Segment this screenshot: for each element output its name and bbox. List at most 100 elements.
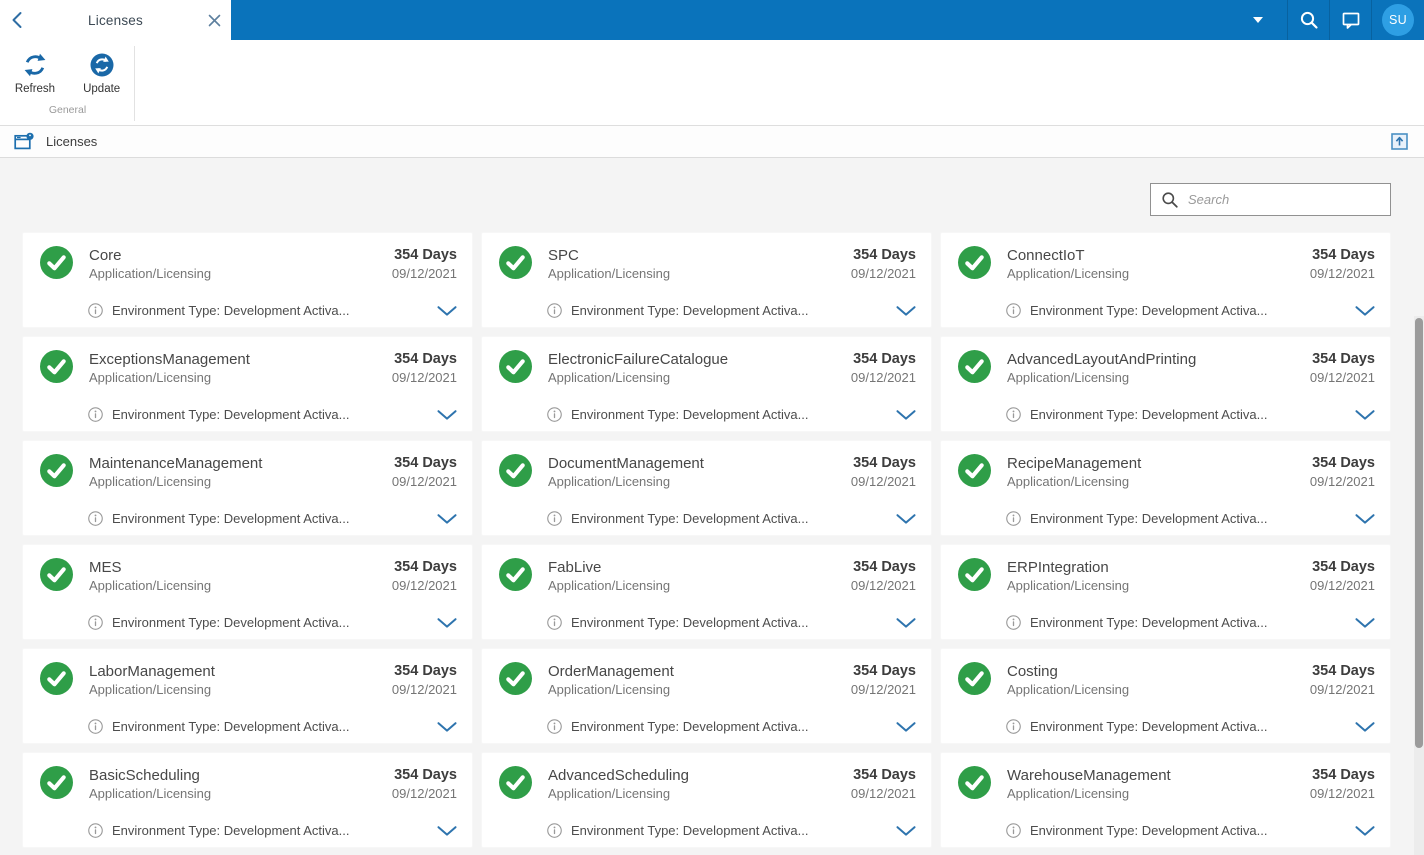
chat-icon xyxy=(1342,12,1359,29)
license-category: Application/Licensing xyxy=(89,786,212,801)
license-detail-row: Environment Type: Development Activa... xyxy=(88,303,457,318)
info-icon xyxy=(1006,407,1021,422)
messages-button[interactable] xyxy=(1330,0,1371,40)
license-card[interactable]: RecipeManagement Application/Licensing 3… xyxy=(940,440,1391,536)
license-days-remaining: 354 Days xyxy=(1312,559,1375,575)
license-card[interactable]: DocumentManagement Application/Licensing… xyxy=(481,440,932,536)
license-environment-detail: Environment Type: Development Activa... xyxy=(1030,823,1268,838)
chevron-down-icon[interactable] xyxy=(896,305,916,316)
license-card[interactable]: ExceptionsManagement Application/Licensi… xyxy=(22,336,473,432)
license-expiry: 354 Days 09/12/2021 xyxy=(392,246,457,283)
info-icon xyxy=(547,615,562,630)
license-expiry: 354 Days 09/12/2021 xyxy=(1310,246,1375,283)
top-bar: Licenses SU xyxy=(0,0,1424,40)
search-icon xyxy=(1161,191,1179,209)
license-card[interactable]: BasicScheduling Application/Licensing 35… xyxy=(22,752,473,848)
license-text: Core Application/Licensing xyxy=(89,246,392,283)
license-card-header: RecipeManagement Application/Licensing 3… xyxy=(958,454,1375,491)
license-environment-detail: Environment Type: Development Activa... xyxy=(571,511,809,526)
chevron-down-icon[interactable] xyxy=(896,721,916,732)
license-card[interactable]: LaborManagement Application/Licensing 35… xyxy=(22,648,473,744)
license-card[interactable]: ConnectIoT Application/Licensing 354 Day… xyxy=(940,232,1391,328)
license-card[interactable]: WarehouseManagement Application/Licensin… xyxy=(940,752,1391,848)
license-name: FabLive xyxy=(548,559,602,576)
refresh-button[interactable]: Refresh xyxy=(9,48,61,99)
user-menu-button[interactable]: SU xyxy=(1372,0,1424,40)
license-card-header: BasicScheduling Application/Licensing 35… xyxy=(40,766,457,803)
license-text: AdvancedScheduling Application/Licensing xyxy=(548,766,851,803)
license-text: Costing Application/Licensing xyxy=(1007,662,1310,699)
license-card[interactable]: AdvancedScheduling Application/Licensing… xyxy=(481,752,932,848)
chevron-down-icon[interactable] xyxy=(1355,617,1375,628)
license-card-header: LaborManagement Application/Licensing 35… xyxy=(40,662,457,699)
license-expiry-date: 09/12/2021 xyxy=(850,370,916,385)
chevron-down-icon[interactable] xyxy=(437,721,457,732)
license-card[interactable]: ERPIntegration Application/Licensing 354… xyxy=(940,544,1391,640)
tab-licenses[interactable]: Licenses xyxy=(0,0,231,40)
info-icon xyxy=(547,823,562,838)
license-days-remaining: 354 Days xyxy=(394,663,457,679)
license-detail-row: Environment Type: Development Activa... xyxy=(547,823,916,838)
license-environment-detail: Environment Type: Development Activa... xyxy=(112,407,350,422)
license-expiry-date: 09/12/2021 xyxy=(850,266,916,281)
chevron-down-icon[interactable] xyxy=(896,409,916,420)
license-card-header: ExceptionsManagement Application/Licensi… xyxy=(40,350,457,387)
license-name: DocumentManagement xyxy=(548,455,704,472)
license-detail-row: Environment Type: Development Activa... xyxy=(547,511,916,526)
chevron-down-icon[interactable] xyxy=(896,513,916,524)
license-expiry: 354 Days 09/12/2021 xyxy=(392,662,457,699)
chevron-down-icon[interactable] xyxy=(437,305,457,316)
chevron-down-icon[interactable] xyxy=(1355,825,1375,836)
chevron-down-icon[interactable] xyxy=(1355,305,1375,316)
info-icon xyxy=(88,823,103,838)
license-card-header: ERPIntegration Application/Licensing 354… xyxy=(958,558,1375,595)
back-button[interactable] xyxy=(0,11,34,29)
chevron-down-icon[interactable] xyxy=(437,513,457,524)
chevron-down-icon[interactable] xyxy=(1355,513,1375,524)
license-expiry: 354 Days 09/12/2021 xyxy=(1310,662,1375,699)
chevron-down-icon[interactable] xyxy=(437,617,457,628)
license-name: WarehouseManagement xyxy=(1007,767,1171,784)
license-category: Application/Licensing xyxy=(89,578,212,593)
search-box[interactable] xyxy=(1150,183,1391,216)
license-detail-row: Environment Type: Development Activa... xyxy=(88,719,457,734)
license-expiry: 354 Days 09/12/2021 xyxy=(1310,454,1375,491)
info-icon xyxy=(547,407,562,422)
license-card[interactable]: Costing Application/Licensing 354 Days 0… xyxy=(940,648,1391,744)
license-category: Application/Licensing xyxy=(548,682,671,697)
license-card-header: AdvancedScheduling Application/Licensing… xyxy=(499,766,916,803)
license-card-header: FabLive Application/Licensing 354 Days 0… xyxy=(499,558,916,595)
scrollbar-thumb[interactable] xyxy=(1415,318,1423,748)
license-card[interactable]: AdvancedLayoutAndPrinting Application/Li… xyxy=(940,336,1391,432)
license-detail-row: Environment Type: Development Activa... xyxy=(1006,823,1375,838)
menu-dropdown-button[interactable] xyxy=(1229,0,1287,40)
info-icon xyxy=(88,719,103,734)
license-card[interactable]: OrderManagement Application/Licensing 35… xyxy=(481,648,932,744)
collapse-panel-button[interactable] xyxy=(1391,133,1408,150)
license-category: Application/Licensing xyxy=(548,474,671,489)
chevron-down-icon[interactable] xyxy=(896,825,916,836)
license-environment-detail: Environment Type: Development Activa... xyxy=(112,719,350,734)
license-card[interactable]: FabLive Application/Licensing 354 Days 0… xyxy=(481,544,932,640)
search-input[interactable] xyxy=(1188,192,1380,207)
close-tab-button[interactable] xyxy=(197,14,231,27)
license-detail-row: Environment Type: Development Activa... xyxy=(1006,407,1375,422)
check-circle-icon xyxy=(40,246,73,279)
license-card[interactable]: ElectronicFailureCatalogue Application/L… xyxy=(481,336,932,432)
license-card[interactable]: MES Application/Licensing 354 Days 09/12… xyxy=(22,544,473,640)
license-card[interactable]: SPC Application/Licensing 354 Days 09/12… xyxy=(481,232,932,328)
vertical-scrollbar[interactable] xyxy=(1414,316,1424,855)
chevron-down-icon[interactable] xyxy=(437,409,457,420)
global-search-button[interactable] xyxy=(1288,0,1329,40)
license-card[interactable]: MaintenanceManagement Application/Licens… xyxy=(22,440,473,536)
license-environment-detail: Environment Type: Development Activa... xyxy=(112,303,350,318)
chevron-down-icon[interactable] xyxy=(437,825,457,836)
license-category: Application/Licensing xyxy=(548,786,671,801)
license-card[interactable]: Core Application/Licensing 354 Days 09/1… xyxy=(22,232,473,328)
chevron-down-icon[interactable] xyxy=(1355,721,1375,732)
info-icon xyxy=(1006,719,1021,734)
chevron-down-icon[interactable] xyxy=(1355,409,1375,420)
chevron-down-icon[interactable] xyxy=(896,617,916,628)
update-button[interactable]: Update xyxy=(77,48,126,99)
info-icon xyxy=(1006,615,1021,630)
